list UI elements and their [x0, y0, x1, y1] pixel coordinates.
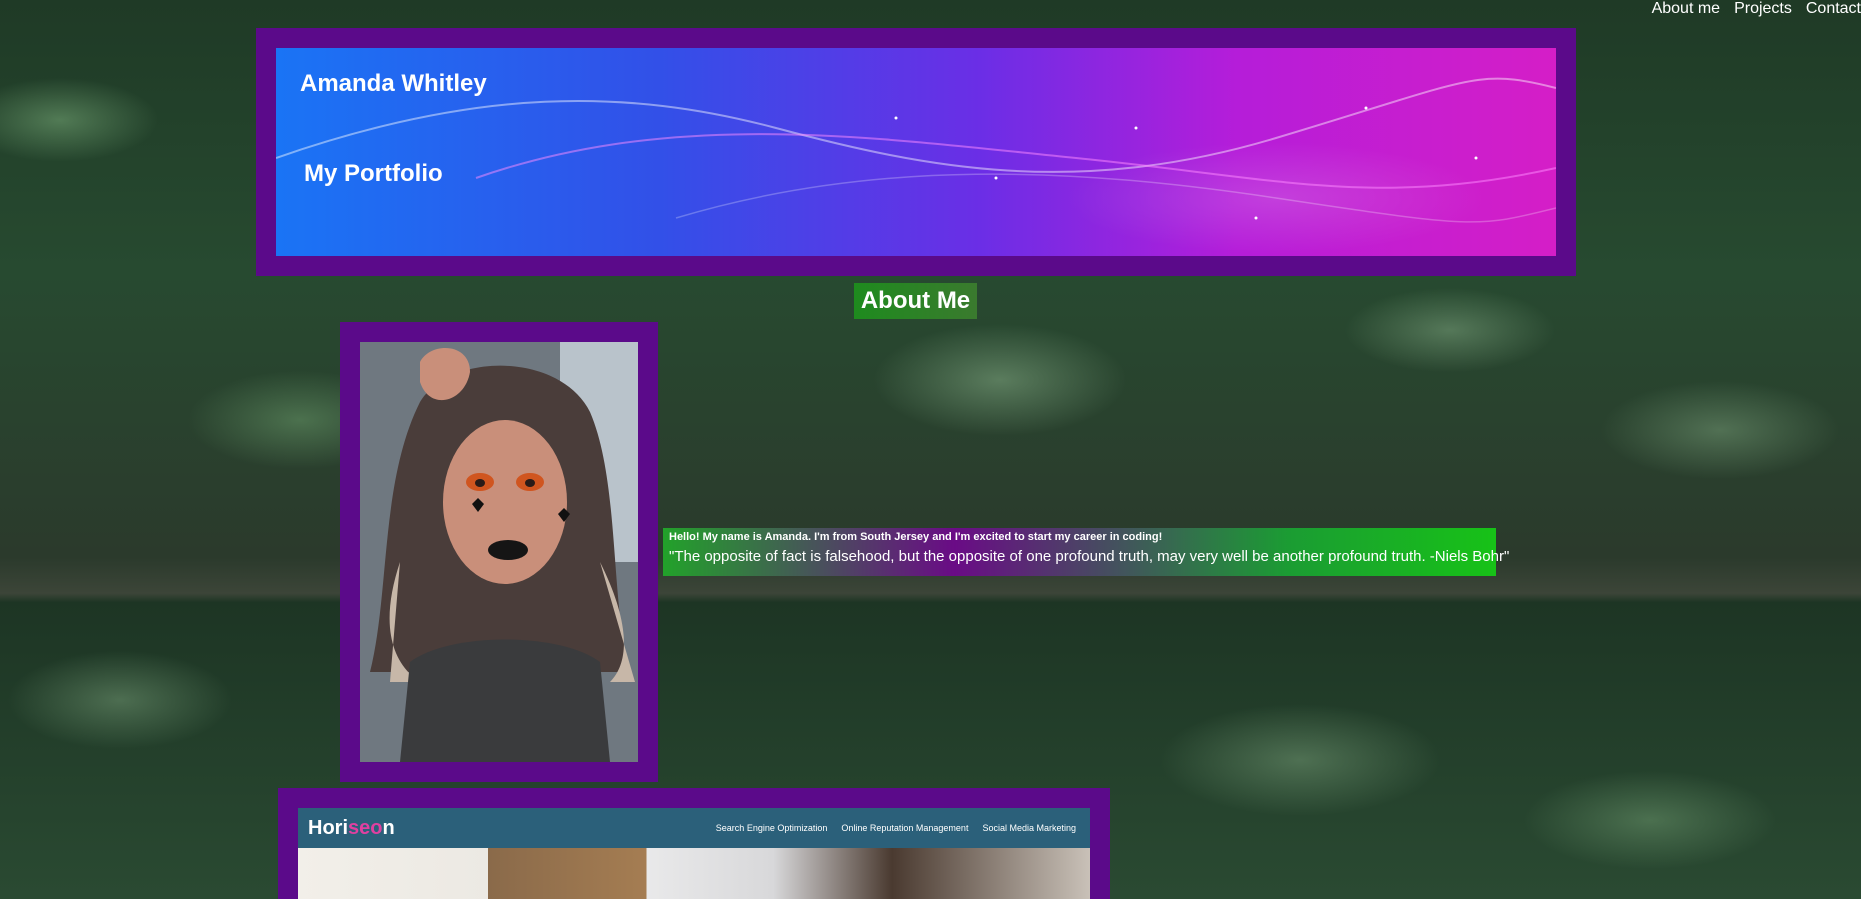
project-links: Search Engine Optimization Online Reputa…: [716, 823, 1076, 833]
project-nav-bar: Horiseon Search Engine Optimization Onli…: [298, 808, 1090, 848]
nav-link-projects[interactable]: Projects: [1734, 0, 1792, 18]
header-subtitle: My Portfolio: [304, 160, 443, 187]
project-brand: Horiseon: [308, 817, 395, 840]
about-me-heading: About Me: [854, 283, 977, 319]
nav-link-about-me[interactable]: About me: [1652, 0, 1720, 18]
project-link-reputation: Online Reputation Management: [841, 823, 969, 833]
about-bio: Hello! My name is Amanda. I'm from South…: [663, 528, 1510, 576]
brand-suffix: n: [382, 816, 395, 839]
bio-intro: Hello! My name is Amanda. I'm from South…: [669, 531, 1163, 543]
header-background: Amanda Whitley My Portfolio: [276, 48, 1556, 256]
brand-accent: seo: [348, 816, 383, 839]
project-link-seo: Search Engine Optimization: [715, 823, 828, 833]
brand-prefix: Hori: [308, 816, 348, 839]
profile-photo: [360, 342, 638, 762]
portrait-illustration: [360, 342, 638, 762]
profile-photo-frame: [340, 322, 658, 782]
project-hero-image: [298, 848, 1090, 899]
top-nav: About me Projects Contact: [1652, 0, 1861, 18]
project-card[interactable]: Horiseon Search Engine Optimization Onli…: [278, 788, 1110, 899]
header-banner: Amanda Whitley My Portfolio: [256, 28, 1576, 276]
project-screenshot[interactable]: Horiseon Search Engine Optimization Onli…: [298, 808, 1090, 899]
project-link-social: Social Media Marketing: [982, 823, 1076, 833]
bio-quote: "The opposite of fact is falsehood, but …: [669, 548, 1510, 565]
header-name: Amanda Whitley: [300, 70, 487, 97]
nav-link-contact[interactable]: Contact: [1806, 0, 1861, 18]
